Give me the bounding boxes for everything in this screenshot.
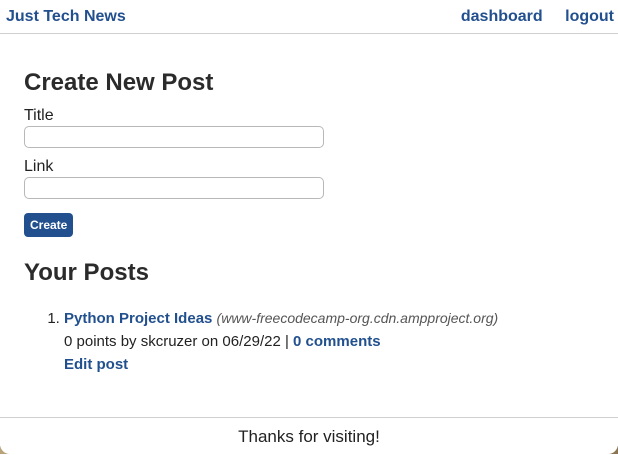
title-label: Title (24, 107, 54, 124)
post-list: Python Project Ideas (www-freecodecamp-o… (24, 307, 594, 376)
site-footer: Thanks for visiting! (0, 417, 618, 454)
header-nav: dashboard logout (443, 8, 614, 26)
link-label: Link (24, 158, 54, 175)
list-item: Python Project Ideas (www-freecodecamp-o… (64, 307, 594, 376)
create-button[interactable]: Create (24, 213, 74, 237)
your-posts-section: Your Posts Python Project Ideas (www-fre… (24, 259, 594, 376)
edit-post-link[interactable]: Edit post (64, 356, 128, 373)
title-input[interactable] (24, 126, 324, 148)
create-post-form: Title Link Create (24, 107, 594, 237)
site-header: Just Tech News dashboard logout (0, 0, 618, 34)
post-meta: 0 points by skcruzer on 06/29/22 | 0 com… (64, 330, 594, 353)
post-meta-text: 0 points by skcruzer on 06/29/22 | (64, 333, 289, 350)
link-input[interactable] (24, 177, 324, 199)
logout-link[interactable]: logout (565, 8, 614, 25)
your-posts-heading: Your Posts (24, 259, 149, 286)
site-title-link[interactable]: Just Tech News (6, 8, 126, 26)
post-url: (www-freecodecamp-org.cdn.ampproject.org… (216, 310, 499, 326)
create-post-heading: Create New Post (24, 69, 214, 96)
dashboard-link[interactable]: dashboard (461, 8, 543, 25)
post-title-row: Python Project Ideas (www-freecodecamp-o… (64, 307, 594, 330)
post-actions: Edit post (64, 353, 594, 376)
create-post-section: Create New Post Title Link Create (24, 34, 594, 237)
main-content: Create New Post Title Link Create Your P… (0, 34, 618, 376)
post-title-link[interactable]: Python Project Ideas (64, 310, 212, 327)
comments-link[interactable]: 0 comments (293, 333, 381, 350)
